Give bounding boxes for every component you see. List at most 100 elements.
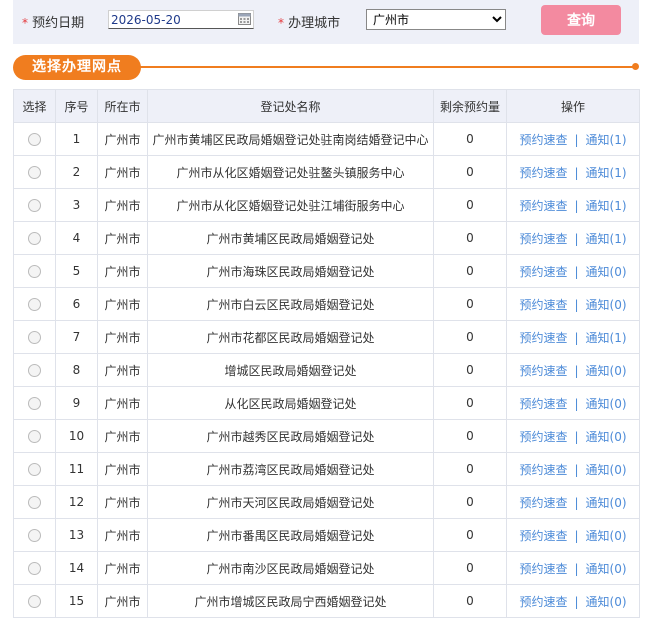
table-row[interactable]: 9 广州市 从化区民政局婚姻登记处 0 预约速查 | 通知(0) <box>13 386 640 420</box>
row-radio[interactable] <box>28 430 41 443</box>
row-city: 广州市 <box>97 287 148 321</box>
table-row[interactable]: 10 广州市 广州市越秀区民政局婚姻登记处 0 预约速查 | 通知(0) <box>13 419 640 453</box>
row-radio[interactable] <box>28 331 41 344</box>
row-radio[interactable] <box>28 529 41 542</box>
table-row[interactable]: 8 广州市 增城区民政局婚姻登记处 0 预约速查 | 通知(0) <box>13 353 640 387</box>
notice-link[interactable]: 通知(1) <box>586 331 627 345</box>
select-cell[interactable] <box>13 287 56 321</box>
table-row[interactable]: 3 广州市 广州市从化区婚姻登记处驻江埔街服务中心 0 预约速查 | 通知(1) <box>13 188 640 222</box>
row-actions: 预约速查 | 通知(0) <box>506 287 640 321</box>
notice-link[interactable]: 通知(0) <box>586 430 627 444</box>
quick-check-link[interactable]: 预约速查 <box>519 364 567 378</box>
calendar-icon[interactable] <box>238 13 251 25</box>
row-radio[interactable] <box>28 463 41 476</box>
table-row[interactable]: 12 广州市 广州市天河区民政局婚姻登记处 0 预约速查 | 通知(0) <box>13 485 640 519</box>
row-radio[interactable] <box>28 199 41 212</box>
notice-link[interactable]: 通知(0) <box>586 298 627 312</box>
notice-link[interactable]: 通知(1) <box>586 166 627 180</box>
query-button[interactable]: 查询 <box>541 5 621 35</box>
col-header-number: 序号 <box>55 89 98 123</box>
row-radio[interactable] <box>28 232 41 245</box>
notice-link[interactable]: 通知(1) <box>586 199 627 213</box>
city-select[interactable]: 广州市 <box>366 9 506 30</box>
select-cell[interactable] <box>13 353 56 387</box>
notice-link[interactable]: 通知(1) <box>586 232 627 246</box>
quick-check-link[interactable]: 预约速查 <box>519 232 567 246</box>
row-radio[interactable] <box>28 496 41 509</box>
row-radio[interactable] <box>28 595 41 608</box>
notice-link[interactable]: 通知(0) <box>586 265 627 279</box>
select-cell[interactable] <box>13 452 56 486</box>
action-separator: | <box>574 462 579 477</box>
notice-link[interactable]: 通知(0) <box>586 364 627 378</box>
notice-link[interactable]: 通知(0) <box>586 529 627 543</box>
table-row[interactable]: 11 广州市 广州市荔湾区民政局婚姻登记处 0 预约速查 | 通知(0) <box>13 452 640 486</box>
select-cell[interactable] <box>13 188 56 222</box>
row-actions: 预约速查 | 通知(0) <box>506 551 640 585</box>
row-number: 10 <box>55 419 98 453</box>
row-radio[interactable] <box>28 265 41 278</box>
notice-link[interactable]: 通知(0) <box>586 397 627 411</box>
action-separator: | <box>574 264 579 279</box>
select-cell[interactable] <box>13 419 56 453</box>
table-row[interactable]: 6 广州市 广州市白云区民政局婚姻登记处 0 预约速查 | 通知(0) <box>13 287 640 321</box>
row-actions: 预约速查 | 通知(0) <box>506 419 640 453</box>
select-cell[interactable] <box>13 386 56 420</box>
quick-check-link[interactable]: 预约速查 <box>519 463 567 477</box>
quick-check-link[interactable]: 预约速查 <box>519 133 567 147</box>
table-row[interactable]: 2 广州市 广州市从化区婚姻登记处驻鳌头镇服务中心 0 预约速查 | 通知(1) <box>13 155 640 189</box>
select-cell[interactable] <box>13 155 56 189</box>
select-cell[interactable] <box>13 320 56 354</box>
quick-check-link[interactable]: 预约速查 <box>519 529 567 543</box>
table-row[interactable]: 1 广州市 广州市黄埔区民政局婚姻登记处驻南岗结婚登记中心 0 预约速查 | 通知(1) <box>13 122 640 156</box>
quick-check-link[interactable]: 预约速查 <box>519 562 567 576</box>
notice-link[interactable]: 通知(0) <box>586 496 627 510</box>
row-radio[interactable] <box>28 133 41 146</box>
select-cell[interactable] <box>13 518 56 552</box>
row-remaining: 0 <box>433 419 507 453</box>
quick-check-link[interactable]: 预约速查 <box>519 430 567 444</box>
quick-check-link[interactable]: 预约速查 <box>519 166 567 180</box>
action-separator: | <box>574 231 579 246</box>
table-row[interactable]: 7 广州市 广州市花都区民政局婚姻登记处 0 预约速查 | 通知(1) <box>13 320 640 354</box>
quick-check-link[interactable]: 预约速查 <box>519 331 567 345</box>
quick-check-link[interactable]: 预约速查 <box>519 199 567 213</box>
quick-check-link[interactable]: 预约速查 <box>519 265 567 279</box>
select-cell[interactable] <box>13 221 56 255</box>
table-row[interactable]: 14 广州市 广州市南沙区民政局婚姻登记处 0 预约速查 | 通知(0) <box>13 551 640 585</box>
row-radio[interactable] <box>28 364 41 377</box>
row-radio[interactable] <box>28 562 41 575</box>
table-row[interactable]: 15 广州市 广州市增城区民政局宁西婚姻登记处 0 预约速查 | 通知(0) <box>13 584 640 618</box>
select-cell[interactable] <box>13 122 56 156</box>
select-cell[interactable] <box>13 584 56 618</box>
quick-check-link[interactable]: 预约速查 <box>519 595 567 609</box>
quick-check-link[interactable]: 预约速查 <box>519 298 567 312</box>
row-radio[interactable] <box>28 397 41 410</box>
section-divider <box>133 66 635 68</box>
notice-link[interactable]: 通知(0) <box>586 595 627 609</box>
row-actions: 预约速查 | 通知(1) <box>506 188 640 222</box>
row-radio[interactable] <box>28 166 41 179</box>
select-cell[interactable] <box>13 485 56 519</box>
table-row[interactable]: 4 广州市 广州市黄埔区民政局婚姻登记处 0 预约速查 | 通知(1) <box>13 221 640 255</box>
select-cell[interactable] <box>13 254 56 288</box>
row-actions: 预约速查 | 通知(0) <box>506 518 640 552</box>
table-row[interactable]: 5 广州市 广州市海珠区民政局婚姻登记处 0 预约速查 | 通知(0) <box>13 254 640 288</box>
date-input[interactable] <box>109 11 231 28</box>
row-number: 8 <box>55 353 98 387</box>
select-cell[interactable] <box>13 551 56 585</box>
action-separator: | <box>574 198 579 213</box>
row-office-name: 增城区民政局婚姻登记处 <box>147 353 434 387</box>
notice-link[interactable]: 通知(0) <box>586 463 627 477</box>
notice-link[interactable]: 通知(1) <box>586 133 627 147</box>
notice-link[interactable]: 通知(0) <box>586 562 627 576</box>
row-radio[interactable] <box>28 298 41 311</box>
row-number: 15 <box>55 584 98 618</box>
quick-check-link[interactable]: 预约速查 <box>519 397 567 411</box>
required-mark: * <box>278 16 284 30</box>
date-field[interactable] <box>108 10 254 29</box>
section-header: 选择办理网点 <box>13 55 639 81</box>
row-office-name: 广州市黄埔区民政局婚姻登记处 <box>147 221 434 255</box>
quick-check-link[interactable]: 预约速查 <box>519 496 567 510</box>
table-row[interactable]: 13 广州市 广州市番禺区民政局婚姻登记处 0 预约速查 | 通知(0) <box>13 518 640 552</box>
